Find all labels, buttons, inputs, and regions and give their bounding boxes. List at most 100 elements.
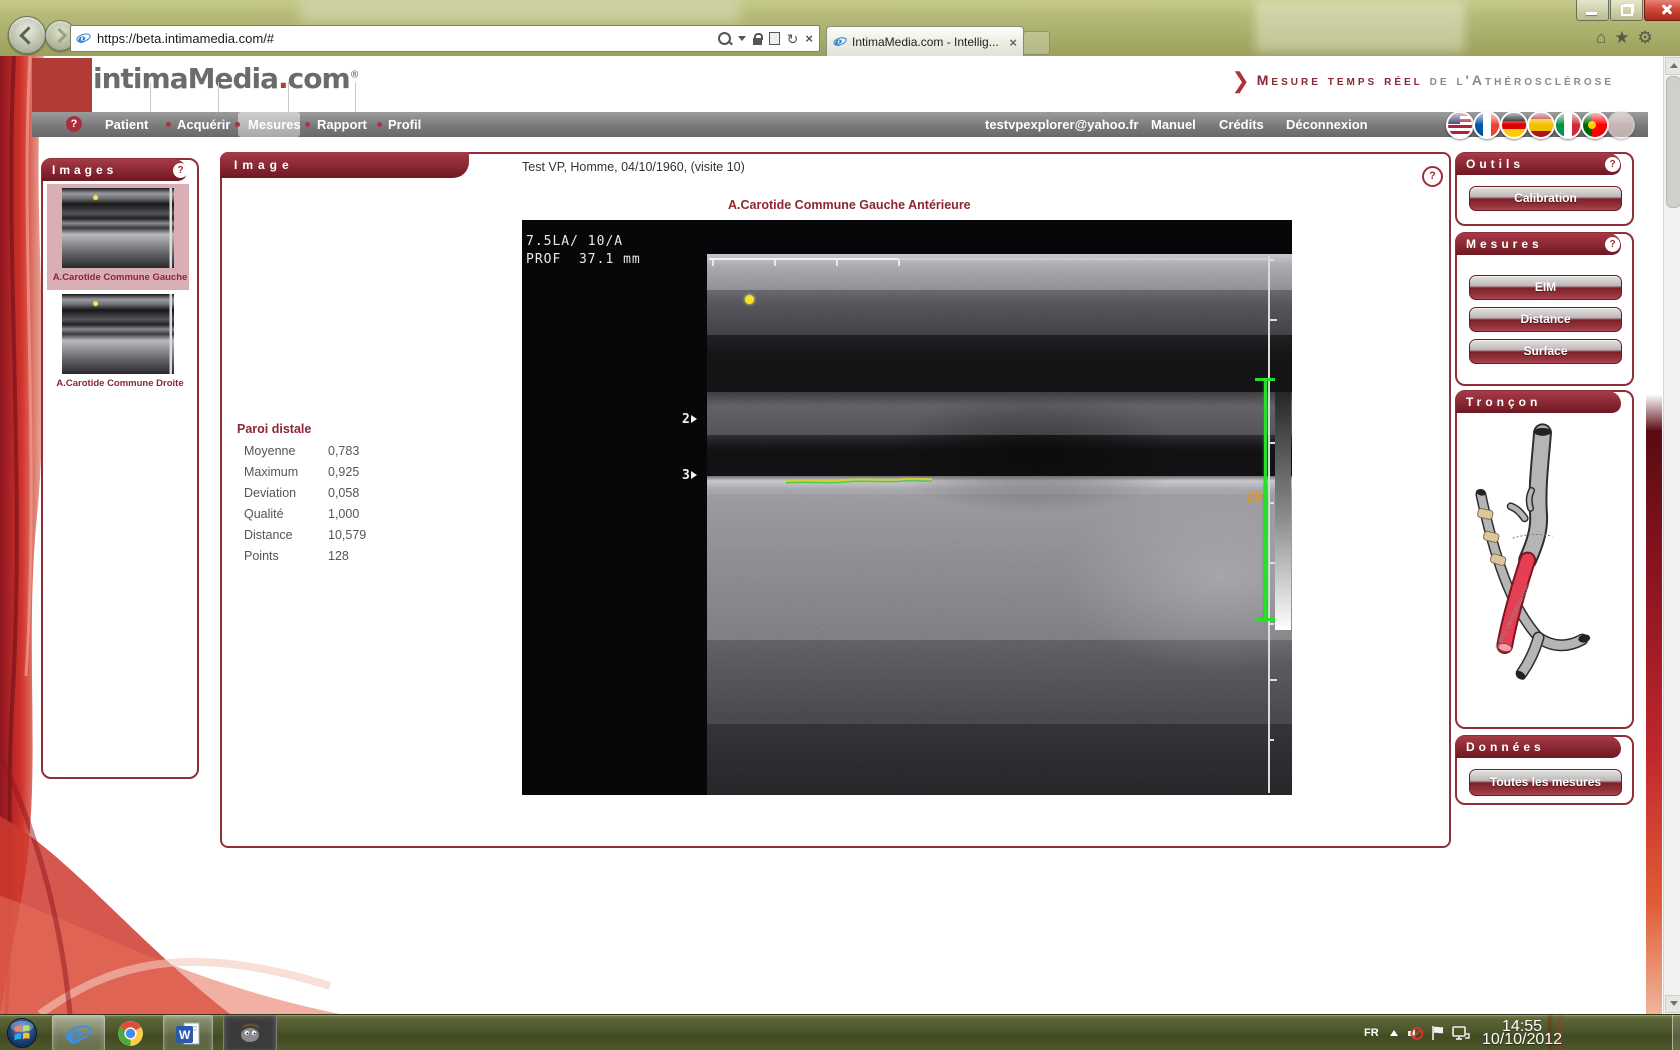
thumbnail-caption: A.Carotide Commune Droite <box>43 378 197 389</box>
stats-block: Paroi distale Moyenne0,783 Maximum0,925 … <box>237 422 366 570</box>
logo-registered-mark: ® <box>350 70 359 81</box>
nav-item-profil[interactable]: Profil <box>388 117 421 132</box>
taskbar-gimp-button[interactable] <box>223 1015 277 1050</box>
svg-text:W: W <box>179 1028 191 1042</box>
scrollbar-down-button[interactable] <box>1665 995 1680 1013</box>
tray-volume-muted[interactable] <box>1406 1015 1423 1050</box>
search-icon[interactable] <box>718 32 731 45</box>
ie-favicon: e <box>833 35 847 49</box>
marker-arrow-icon <box>691 471 697 479</box>
page-scrollbar[interactable] <box>1663 56 1680 1014</box>
minimize-button[interactable] <box>1576 0 1609 21</box>
compatibility-view-icon[interactable] <box>769 32 780 45</box>
stop-icon[interactable]: × <box>805 32 813 45</box>
troncon-panel: Tronçon <box>1455 390 1634 729</box>
nav-dot <box>166 122 171 127</box>
tab-close-icon[interactable]: × <box>1009 35 1017 50</box>
nav-item-rapport[interactable]: Rapport <box>317 117 367 132</box>
image-panel-header: Image <box>220 152 469 178</box>
nav-link-deconnexion[interactable]: Déconnexion <box>1286 117 1368 132</box>
artery-diagram[interactable]: © 2011 IntimaMedia.com <box>1465 418 1624 718</box>
url-text[interactable]: https://beta.intimamedia.com/# <box>97 31 712 46</box>
surface-button[interactable]: Surface <box>1469 339 1622 364</box>
refresh-icon[interactable]: ↻ <box>787 32 799 46</box>
stat-label: Deviation <box>237 486 328 507</box>
favorites-star-icon[interactable]: ★ <box>1614 28 1629 48</box>
page-content: intimaMedia.com® ❯ Mesure temps réel de … <box>0 56 1680 1014</box>
ruler-tick <box>1270 259 1274 261</box>
stats-row: Points128 <box>237 549 366 570</box>
nav-dot <box>377 122 382 127</box>
nav-item-mesures[interactable]: Mesures <box>248 117 301 132</box>
tray-clock[interactable]: 14:5510/10/2012 <box>1482 1015 1544 1050</box>
show-desktop-button[interactable] <box>1672 1015 1680 1050</box>
flag-es-icon[interactable] <box>1527 111 1555 139</box>
ruler-tick <box>898 260 900 266</box>
nav-link-credits[interactable]: Crédits <box>1219 117 1264 132</box>
flag-pt-icon[interactable] <box>1581 111 1609 139</box>
gear-icon[interactable]: ⚙ <box>1638 28 1653 48</box>
stat-label: Points <box>237 549 328 570</box>
dropdown-caret-icon[interactable] <box>738 36 746 41</box>
ruler-tick <box>1270 679 1277 681</box>
scrollbar-up-button[interactable] <box>1665 57 1680 75</box>
thumbnail-carotide-droite[interactable] <box>62 294 174 374</box>
browser-tab[interactable]: e IntimaMedia.com - Intellig... × <box>826 26 1024 57</box>
ultrasound-canvas[interactable]: 7.5LA/ 10/A PROF 37.1 mm <box>522 220 1292 795</box>
nav-item-patient[interactable]: Patient <box>105 117 148 132</box>
nav-link-manuel[interactable]: Manuel <box>1151 117 1196 132</box>
start-button[interactable] <box>2 1015 42 1050</box>
measure-bracket-green[interactable] <box>1264 379 1267 620</box>
browser-back-button[interactable] <box>8 16 46 54</box>
address-bar[interactable]: e https://beta.intimamedia.com/# ↻ × <box>70 25 820 52</box>
volume-muted-icon <box>1406 1025 1423 1042</box>
logo-tld: com <box>288 62 350 95</box>
tray-network[interactable] <box>1452 1015 1470 1050</box>
thumbnail-carotide-gauche[interactable] <box>62 188 174 268</box>
svg-text:e: e <box>67 1021 83 1048</box>
right-red-stripe-decoration <box>1646 394 1662 1014</box>
ultrasound-settings-text: 7.5LA/ 10/A <box>526 234 623 249</box>
home-icon[interactable]: ⌂ <box>1596 28 1606 48</box>
tray-action-center[interactable] <box>1431 1015 1445 1050</box>
scrollbar-thumb[interactable] <box>1666 76 1680 208</box>
distance-button[interactable]: Distance <box>1469 307 1622 332</box>
nav-item-acquerir[interactable]: Acquérir <box>177 117 230 132</box>
images-panel-header: Images <box>42 159 187 181</box>
nav-help-icon[interactable]: ? <box>66 116 82 132</box>
eim-button[interactable]: EIM <box>1469 275 1622 300</box>
image-help-icon[interactable]: ? <box>1422 166 1443 187</box>
restore-button[interactable] <box>1610 0 1643 21</box>
logo-text: intimaMedia <box>93 62 278 95</box>
close-button[interactable] <box>1644 0 1680 21</box>
ruler-tick <box>712 260 714 266</box>
flag-fr-icon[interactable] <box>1473 111 1501 139</box>
images-help-icon[interactable]: ? <box>173 163 188 178</box>
stat-value: 128 <box>328 549 349 570</box>
back-arrow-icon <box>19 26 37 44</box>
yellow-marker-dot[interactable] <box>745 295 754 304</box>
tray-language[interactable]: FR <box>1364 1015 1379 1050</box>
taskbar: e W <box>0 1014 1680 1050</box>
stats-row: Qualité1,000 <box>237 507 366 528</box>
site-logo[interactable]: intimaMedia.com® <box>93 62 359 95</box>
taskbar-ie-button[interactable]: e <box>52 1015 105 1050</box>
depth-mark-label: 20 <box>1234 490 1262 505</box>
toutes-les-mesures-button[interactable]: Toutes les mesures <box>1469 769 1622 796</box>
images-panel: Images ? A.Carotide Commune Gauche A.Car… <box>41 158 199 779</box>
flag-it-icon[interactable] <box>1554 111 1582 139</box>
account-email[interactable]: testvpexplorer@yahoo.fr <box>985 117 1139 132</box>
flag-us-icon[interactable] <box>1446 111 1474 139</box>
outils-help-icon[interactable]: ? <box>1605 157 1620 172</box>
tray-hidden-icons[interactable] <box>1390 1015 1398 1050</box>
mesures-help-icon[interactable]: ? <box>1605 237 1620 252</box>
nav-separator <box>218 82 219 112</box>
thumbnail-caption: A.Carotide Commune Gauche <box>43 272 197 283</box>
ruler-tick <box>1270 319 1277 321</box>
taskbar-chrome-button[interactable] <box>107 1015 153 1050</box>
word-icon: W <box>175 1021 201 1047</box>
calibration-button[interactable]: Calibration <box>1469 186 1622 211</box>
new-tab-button[interactable] <box>1023 31 1050 55</box>
flag-de-icon[interactable] <box>1500 111 1528 139</box>
taskbar-word-button[interactable]: W <box>163 1015 213 1050</box>
